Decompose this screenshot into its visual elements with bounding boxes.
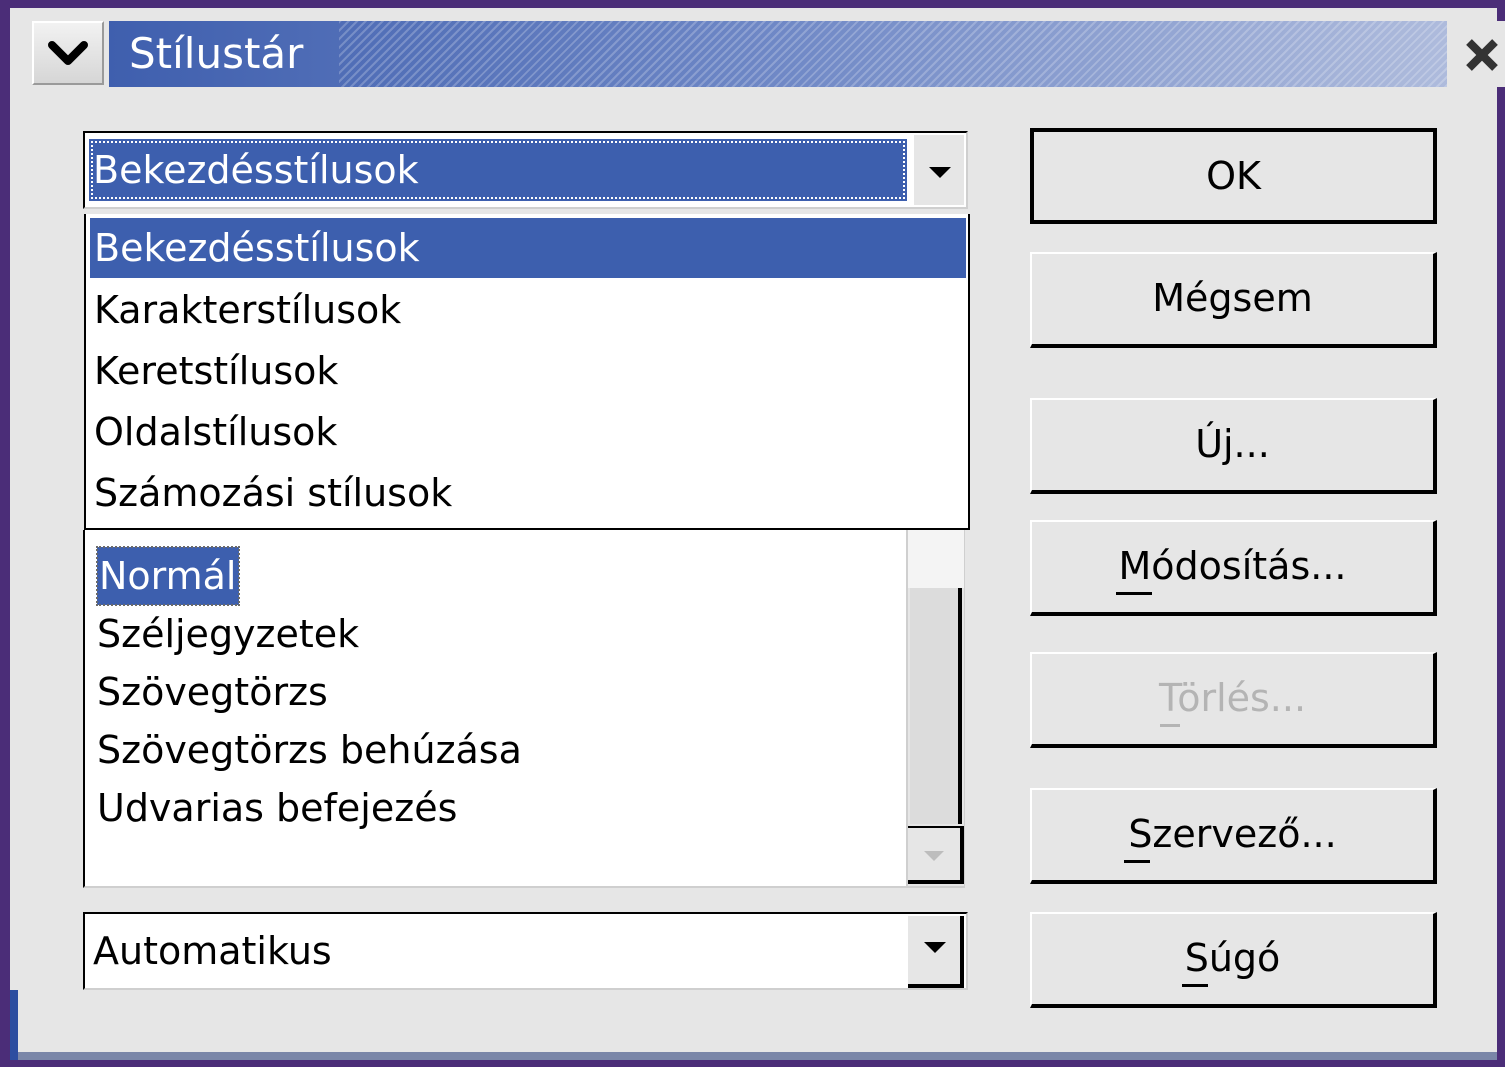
category-option[interactable]: Keretstílusok: [90, 341, 966, 401]
new-button[interactable]: Új...: [1030, 398, 1437, 494]
modify-button[interactable]: Módosítás...: [1030, 520, 1437, 616]
triangle-down-icon: [924, 851, 944, 861]
new-button-label: Új...: [1195, 422, 1270, 466]
filter-dropdown-arrow[interactable]: [908, 916, 964, 988]
window-title: Stílustár: [129, 29, 304, 78]
delete-button: Törlés...: [1030, 652, 1437, 748]
category-option[interactable]: Számozási stílusok: [90, 463, 966, 523]
category-dropdown[interactable]: Bekezdésstílusok: [83, 131, 968, 209]
style-list[interactable]: Normál Széljegyzetek Szövegtörzs Szövegt…: [83, 530, 965, 888]
mnemonic-underline: [1160, 724, 1180, 727]
vertical-scrollbar[interactable]: [906, 530, 964, 886]
organizer-button[interactable]: Szervező...: [1030, 788, 1437, 884]
title-strip: Stílustár: [109, 21, 1447, 87]
window-left-edge: [10, 990, 18, 1060]
category-option[interactable]: Bekezdésstílusok: [90, 218, 966, 278]
category-option[interactable]: Karakterstílusok: [90, 280, 966, 340]
mnemonic-underline: [1116, 592, 1152, 595]
category-options-list[interactable]: Bekezdésstílusok Karakterstílusok Kerets…: [84, 214, 970, 530]
list-item[interactable]: Széljegyzetek: [97, 605, 359, 663]
delete-button-label: Törlés...: [1158, 676, 1307, 720]
ok-button-label: OK: [1206, 154, 1261, 198]
list-item[interactable]: Szövegtörzs behúzása: [97, 721, 522, 779]
title-hatch: [339, 21, 1447, 87]
filter-dropdown[interactable]: Automatikus: [83, 912, 968, 990]
modify-button-label: Módosítás...: [1118, 544, 1347, 588]
chevron-down-icon: [48, 41, 88, 65]
help-button[interactable]: Súgó: [1030, 912, 1437, 1008]
mnemonic-underline: [1182, 984, 1208, 987]
triangle-down-icon: [924, 942, 946, 953]
category-option[interactable]: Oldalstílusok: [90, 402, 966, 462]
cancel-button[interactable]: Mégsem: [1030, 252, 1437, 348]
scroll-down-button[interactable]: [908, 826, 964, 884]
ok-button[interactable]: OK: [1030, 128, 1437, 224]
scrollbar-track[interactable]: [908, 530, 964, 588]
cancel-button-label: Mégsem: [1152, 276, 1313, 320]
category-dropdown-value: Bekezdésstílusok: [89, 139, 907, 201]
title-bar[interactable]: Stílustár: [10, 8, 1505, 90]
style-catalog-window: Stílustár Bekezdésstílusok Bekezdésstílu…: [0, 0, 1505, 1067]
help-button-label: Súgó: [1184, 936, 1281, 980]
category-dropdown-arrow[interactable]: [912, 135, 964, 205]
triangle-down-icon: [929, 167, 951, 178]
close-icon: [1466, 39, 1498, 71]
organizer-button-label: Szervező...: [1128, 812, 1337, 856]
filter-dropdown-value: Automatikus: [93, 929, 332, 973]
mnemonic-underline: [1124, 860, 1150, 863]
list-item[interactable]: Udvarias befejezés: [97, 779, 457, 837]
window-menu-button[interactable]: [32, 21, 104, 85]
list-item[interactable]: Normál: [96, 546, 240, 606]
scrollbar-thumb[interactable]: [910, 588, 962, 824]
list-item[interactable]: Szövegtörzs: [97, 663, 328, 721]
close-button[interactable]: [1457, 21, 1505, 87]
window-bottom-edge: [10, 1052, 1497, 1060]
